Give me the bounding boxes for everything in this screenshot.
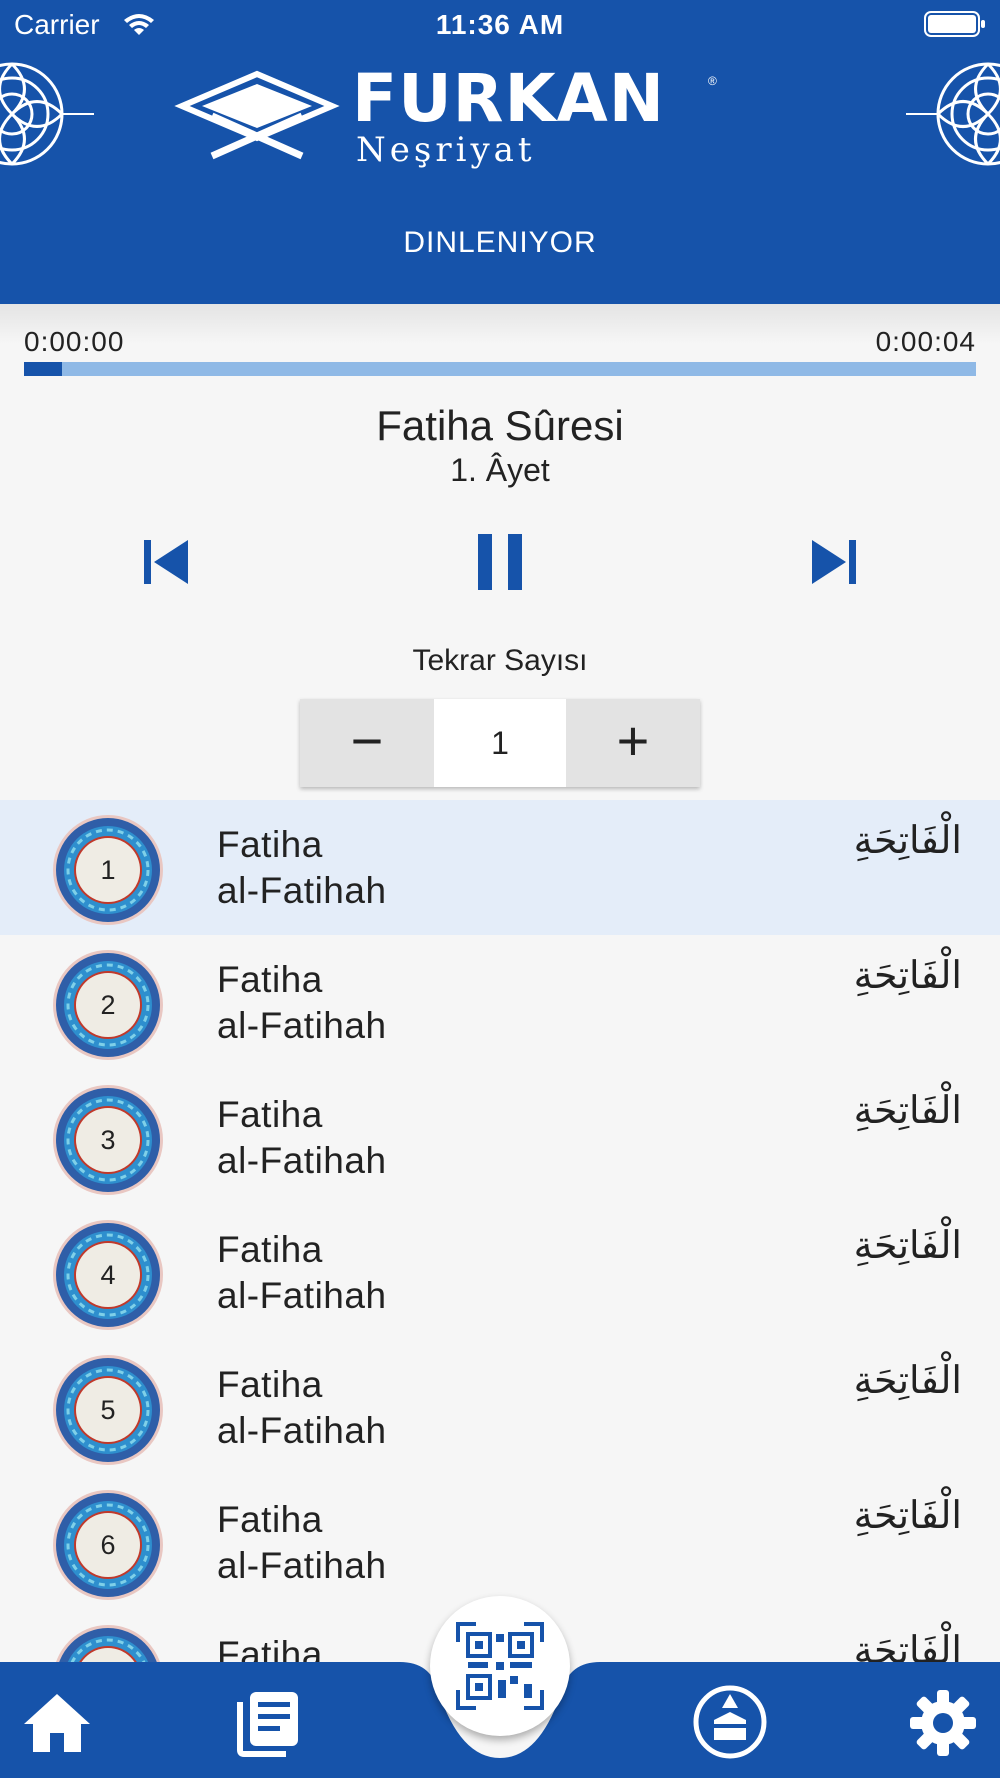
home-icon[interactable]: [22, 1688, 92, 1758]
verse-transliteration: al-Fatihah: [217, 1275, 387, 1316]
verse-name: Fatiha: [217, 824, 323, 865]
audio-player: 0:00:00 0:00:04 Fatiha Sûresi 1. Âyet Te…: [0, 304, 1000, 800]
brand-logo: FURKAN ® Neşriyat: [172, 60, 732, 176]
verse-arabic: الْفَاتِحَةِ: [853, 953, 962, 997]
verse-list-item[interactable]: 1 Fatiha al-Fatihah الْفَاتِحَةِ: [0, 800, 1000, 935]
ornament-left-icon: [0, 62, 94, 166]
track-title: Fatiha Sûresi: [376, 402, 624, 449]
verse-arabic: الْفَاتِحَةِ: [853, 1223, 962, 1267]
verse-transliteration: al-Fatihah: [217, 1140, 387, 1181]
status-bar: Carrier 11:36 AM: [0, 0, 1000, 50]
track-subtitle: 1. Âyet: [450, 452, 550, 488]
battery-icon: [924, 11, 985, 37]
verse-number: 4: [100, 1260, 116, 1290]
verse-number: 3: [100, 1125, 116, 1155]
brand-registered-mark: ®: [708, 74, 717, 88]
previous-track-icon[interactable]: [134, 530, 198, 594]
verse-name: Fatiha: [217, 1634, 323, 1662]
next-track-icon[interactable]: [802, 530, 866, 594]
total-duration: 0:00:04: [875, 326, 976, 357]
repeat-count-stepper: − 1 +: [300, 699, 700, 787]
verse-number: 5: [100, 1395, 116, 1425]
verse-list-item[interactable]: 2 Fatiha al-Fatihah الْفَاتِحَةِ: [0, 935, 1000, 1070]
verse-number: 7: [50, 1622, 166, 1662]
verse-name: Fatiha: [217, 1094, 323, 1135]
verse-list-item[interactable]: 4 Fatiha al-Fatihah الْفَاتِحَةِ: [0, 1205, 1000, 1340]
increment-button[interactable]: +: [566, 699, 700, 787]
verse-transliteration: al-Fatihah: [217, 1545, 387, 1586]
elapsed-time: 0:00:00: [24, 326, 125, 357]
brand-subtitle: Neşriyat: [356, 130, 536, 170]
decrement-button[interactable]: −: [300, 699, 434, 787]
verse-arabic: الْفَاتِحَةِ: [853, 818, 962, 862]
gear-icon[interactable]: [908, 1688, 978, 1758]
verse-name: Fatiha: [217, 1364, 323, 1405]
pause-icon[interactable]: [468, 530, 532, 594]
verse-name: Fatiha: [217, 959, 323, 1000]
verse-name: Fatiha: [217, 1229, 323, 1270]
verse-transliteration: al-Fatihah: [217, 1410, 387, 1451]
status-time: 11:36 AM: [435, 9, 565, 40]
verse-number: 6: [100, 1530, 116, 1560]
verse-arabic: الْفَاتِحَةِ: [853, 1088, 962, 1132]
verse-list-item[interactable]: 3 Fatiha al-Fatihah الْفَاتِحَةِ: [0, 1070, 1000, 1205]
verse-transliteration: al-Fatihah: [217, 870, 387, 911]
brand-name: FURKAN: [352, 60, 665, 137]
ornament-right-icon: [906, 62, 1000, 166]
qr-scan-button[interactable]: [430, 1596, 570, 1736]
repeat-count-value: 1: [434, 699, 566, 787]
verse-number: 2: [100, 990, 116, 1020]
screen-title: DINLENIYOR: [403, 226, 597, 259]
verse-name: Fatiha: [217, 1499, 323, 1540]
verse-number: 1: [100, 855, 116, 885]
verse-list-item[interactable]: 6 Fatiha al-Fatihah الْفَاتِحَةِ: [0, 1475, 1000, 1610]
progress-fill: [24, 362, 62, 376]
qr-code-icon: [456, 1622, 544, 1710]
verse-arabic: الْفَاتِحَةِ: [853, 1493, 962, 1537]
verse-transliteration: al-Fatihah: [217, 1005, 387, 1046]
verse-list-item[interactable]: 5 Fatiha al-Fatihah الْفَاتِحَةِ: [0, 1340, 1000, 1475]
quran-emblem-icon: [174, 70, 340, 160]
verse-arabic: الْفَاتِحَةِ: [853, 1358, 962, 1402]
document-list-icon[interactable]: [234, 1688, 304, 1758]
qibla-compass-icon[interactable]: [692, 1684, 768, 1760]
app-header: Carrier 11:36 AM FURKAN ® Neşriyat DINLE…: [0, 0, 1000, 304]
verse-arabic: الْفَاتِحَةِ: [853, 1628, 962, 1662]
repeat-count-label: Tekrar Sayısı: [412, 644, 588, 677]
verse-list: 1 Fatiha al-Fatihah الْفَاتِحَةِ 2 Fatiha al-F…: [0, 800, 1000, 1662]
progress-slider[interactable]: [24, 362, 976, 376]
